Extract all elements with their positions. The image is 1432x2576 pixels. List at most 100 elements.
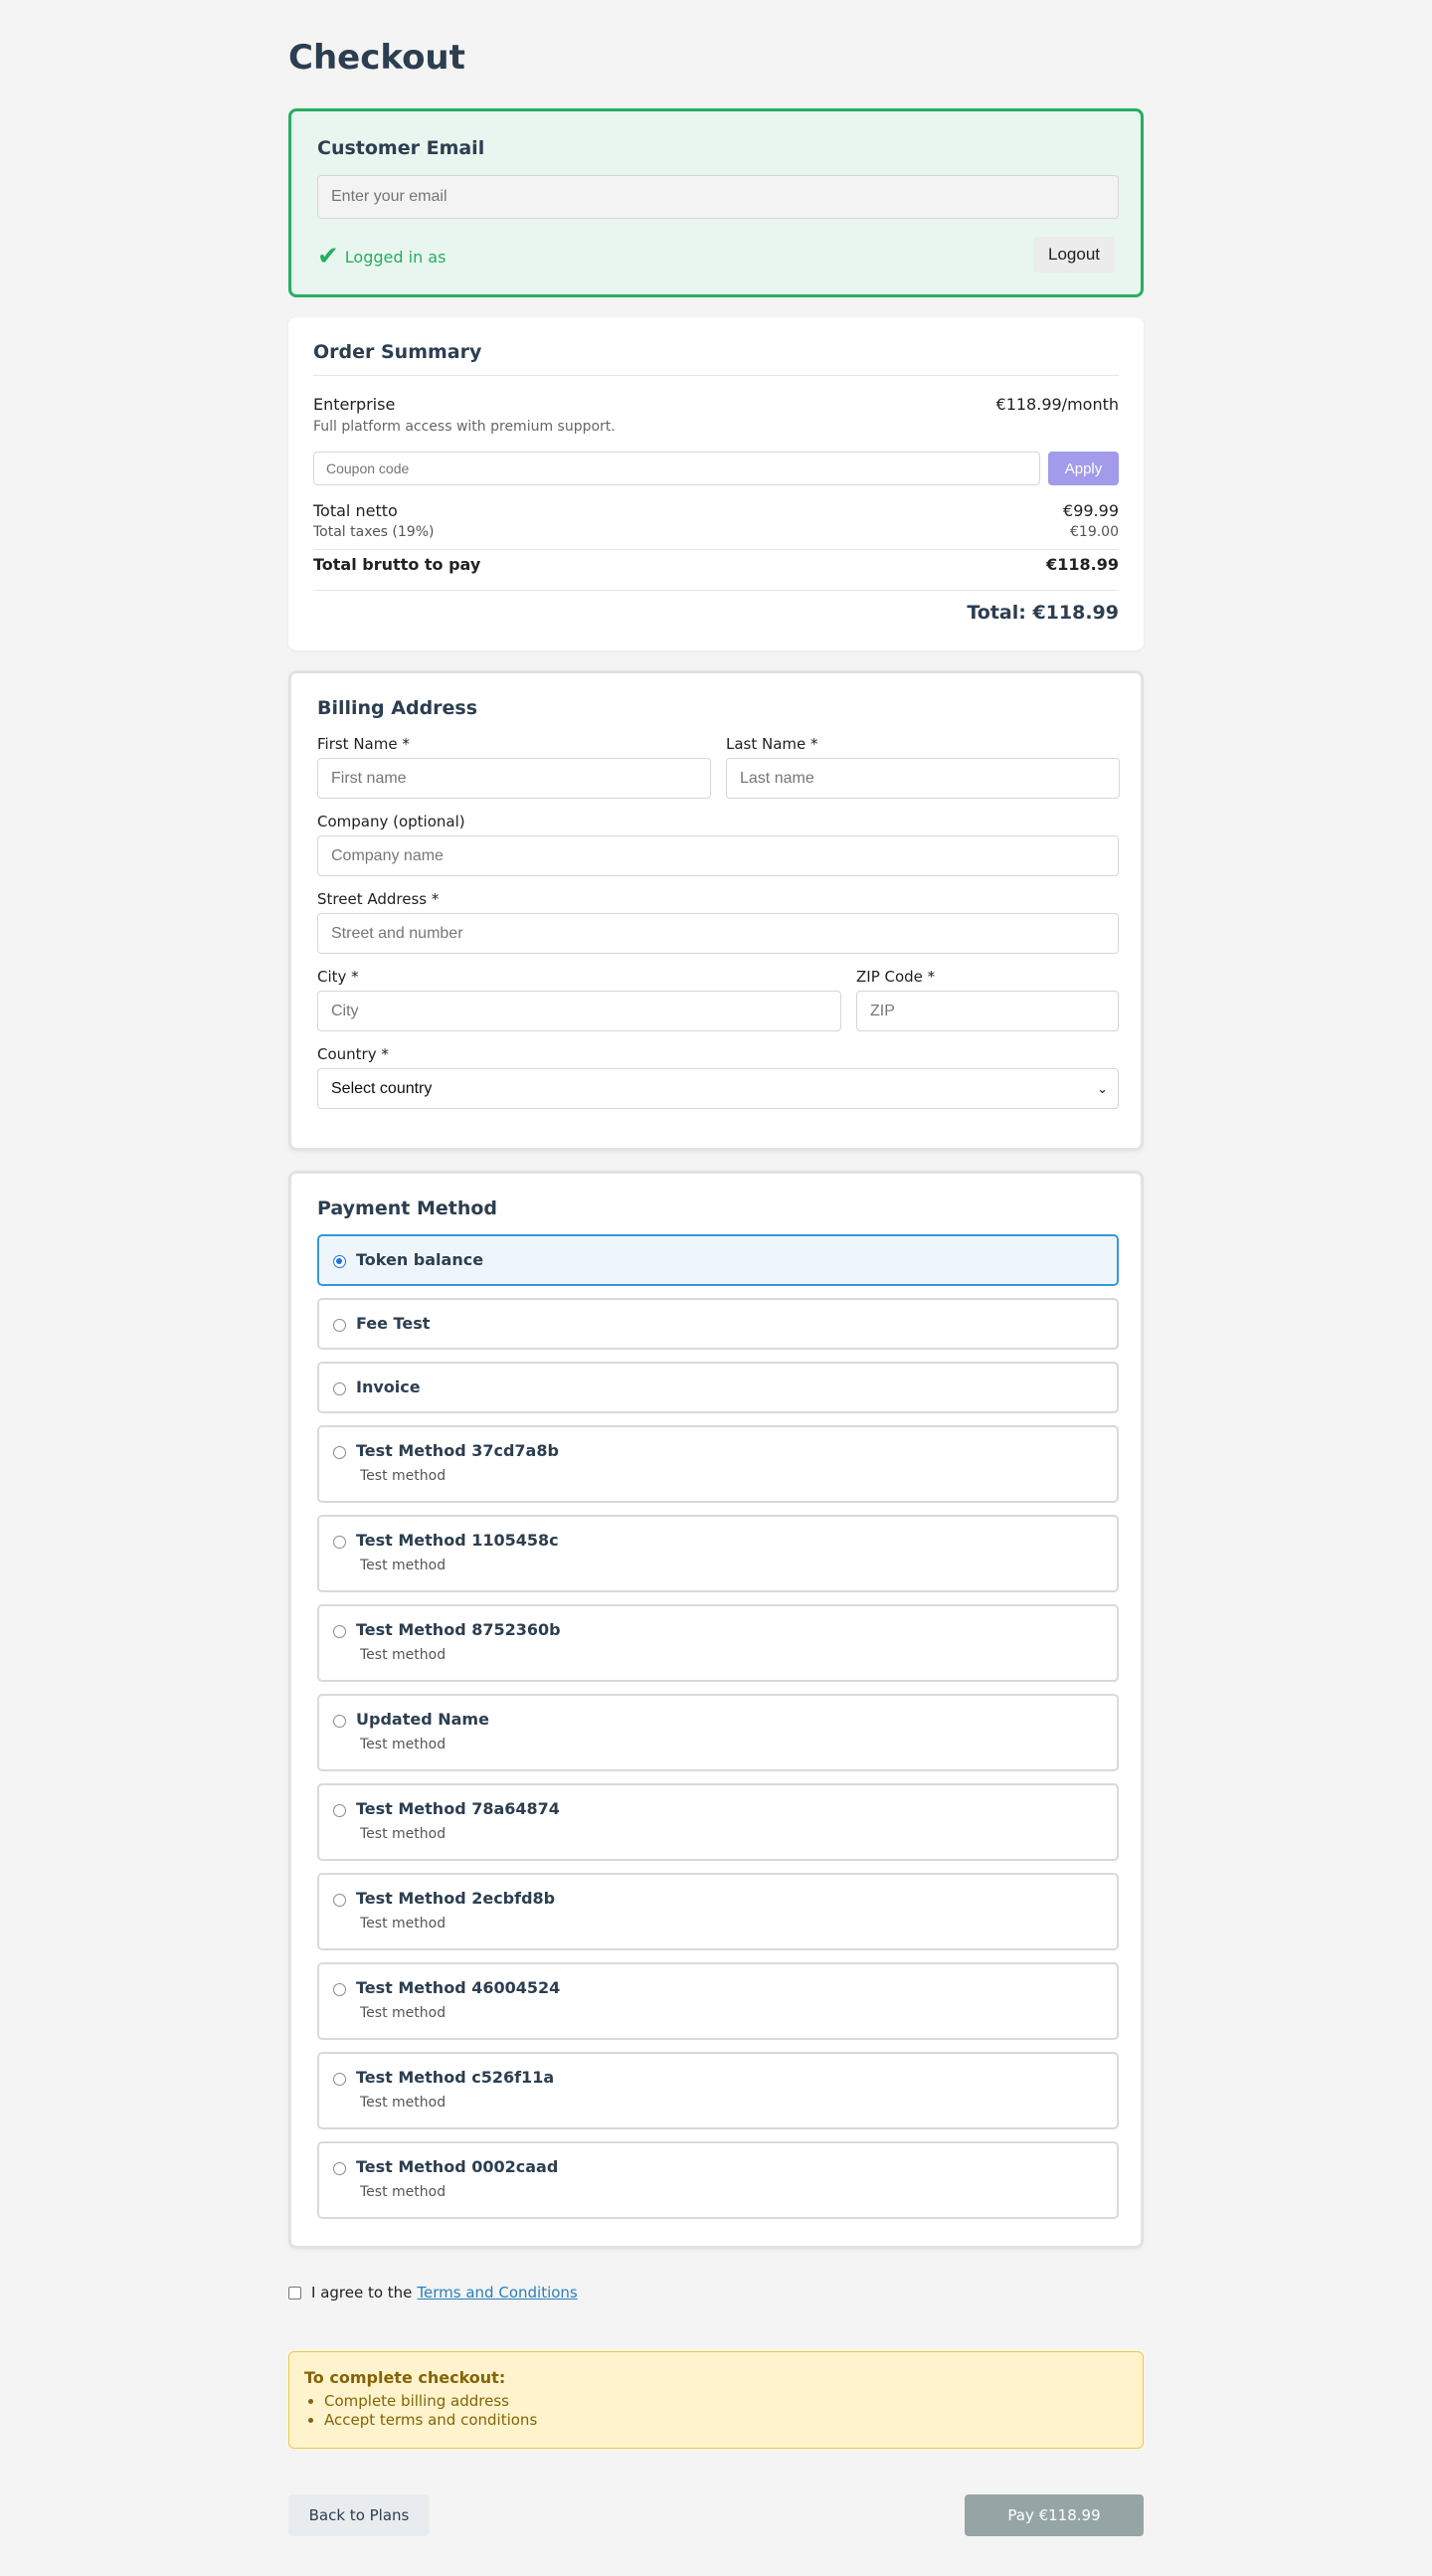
divider [313,549,1119,550]
last-name-label: Last Name * [726,735,818,753]
payment-option-description: Test method [360,1558,447,1573]
country-label: Country * [317,1045,389,1063]
terms-row: I agree to the Terms and Conditions [288,2284,578,2301]
last-name-input[interactable]: Last name [726,758,1120,799]
payment-option[interactable]: Updated Name Test method [317,1694,1119,1771]
payment-radio[interactable] [333,1319,346,1332]
payment-radio[interactable] [333,1255,346,1268]
payment-option-name: Test Method 78a64874 [356,1799,560,1818]
first-name-input[interactable]: First name [317,758,711,799]
checkout-warning: To complete checkout: Complete billing a… [288,2351,1144,2449]
payment-option-description: Test method [360,1647,447,1663]
divider [313,375,1119,376]
logout-button[interactable]: Logout [1033,237,1115,273]
netto-value: €99.99 [1063,501,1119,520]
payment-option-description: Test method [360,1737,447,1752]
country-select-value: Select country [331,1079,433,1097]
warning-list: Complete billing address Accept terms an… [324,2392,537,2430]
payment-option-name: Test Method 0002caad [356,2157,559,2176]
payment-radio[interactable] [333,1536,346,1549]
checkmark-icon: ✔ [317,242,339,272]
zip-label: ZIP Code * [856,968,936,986]
payment-radio[interactable] [333,1804,346,1817]
pay-button[interactable]: Pay €118.99 [965,2494,1144,2536]
payment-option-description: Test method [360,2005,447,2021]
taxes-row: Total taxes (19%) €19.00 [313,524,1119,540]
payment-option-name: Token balance [356,1250,484,1269]
apply-coupon-button[interactable]: Apply [1048,452,1119,485]
payment-option[interactable]: Test Method 0002caad Test method [317,2141,1119,2219]
brutto-label: Total brutto to pay [313,555,481,574]
netto-label: Total netto [313,501,398,520]
email-input[interactable]: Enter your email [317,175,1119,219]
payment-option-name: Invoice [356,1378,421,1396]
payment-option[interactable]: Test Method 8752360b Test method [317,1604,1119,1682]
divider [313,590,1119,591]
plan-price: €118.99/month [995,395,1119,414]
payment-option-description: Test method [360,2095,447,2111]
street-input[interactable]: Street and number [317,913,1119,954]
payment-option[interactable]: Token balance [317,1234,1119,1286]
chevron-down-icon: ⌄ [1097,1080,1108,1096]
payment-option[interactable]: Test Method 78a64874 Test method [317,1783,1119,1861]
payment-option[interactable]: Test Method 2ecbfd8b Test method [317,1873,1119,1950]
payment-radio[interactable] [333,1894,346,1907]
payment-radio[interactable] [333,2073,346,2086]
terms-link[interactable]: Terms and Conditions [417,2284,577,2301]
payment-option-name: Test Method c526f11a [356,2068,555,2087]
brutto-value: €118.99 [1046,555,1119,574]
zip-input[interactable]: ZIP [856,991,1119,1031]
payment-radio[interactable] [333,1983,346,1996]
brutto-row: Total brutto to pay €118.99 [313,555,1119,574]
taxes-label: Total taxes (19%) [313,524,435,540]
payment-option-name: Updated Name [356,1710,489,1729]
page-title: Checkout [288,38,465,78]
logged-in-text: Logged in as [344,247,447,267]
warning-item: Complete billing address [324,2392,537,2411]
terms-prefix: I agree to the [311,2284,413,2301]
billing-address-heading: Billing Address [317,697,478,719]
payment-option-name: Fee Test [356,1314,431,1333]
payment-method-heading: Payment Method [317,1197,498,1219]
payment-option[interactable]: Invoice [317,1362,1119,1413]
city-input[interactable]: City [317,991,841,1031]
payment-option[interactable]: Test Method 1105458c Test method [317,1515,1119,1592]
country-select[interactable]: Select country ⌄ [317,1068,1119,1109]
payment-option-name: Test Method 2ecbfd8b [356,1889,556,1908]
plan-description: Full platform access with premium suppor… [313,419,616,435]
street-label: Street Address * [317,890,440,908]
plan-row: Enterprise €118.99/month [313,395,1119,414]
coupon-input[interactable]: Coupon code [313,452,1040,485]
payment-radio[interactable] [333,1715,346,1728]
company-input[interactable]: Company name [317,835,1119,876]
payment-option-name: Test Method 1105458c [356,1531,559,1550]
order-summary-card: Order Summary Enterprise €118.99/month F… [288,317,1144,650]
payment-option[interactable]: Test Method 37cd7a8b Test method [317,1425,1119,1503]
first-name-label: First Name * [317,735,410,753]
plan-name: Enterprise [313,395,396,414]
payment-option[interactable]: Test Method c526f11a Test method [317,2052,1119,2129]
warning-title: To complete checkout: [304,2368,506,2387]
terms-checkbox[interactable] [288,2286,301,2300]
payment-option-description: Test method [360,1916,447,1932]
payment-method-card: Payment Method Token balance Fee Test Invo… [288,1171,1144,2249]
back-to-plans-button[interactable]: Back to Plans [288,2494,430,2536]
payment-option-description: Test method [360,1826,447,1842]
customer-email-card: Customer Email Enter your email ✔ Logged… [288,108,1144,297]
billing-address-card: Billing Address First Name * First name … [288,670,1144,1151]
payment-option[interactable]: Fee Test [317,1298,1119,1350]
order-summary-heading: Order Summary [313,341,482,363]
total-amount: Total: €118.99 [967,602,1119,624]
netto-row: Total netto €99.99 [313,501,1119,520]
payment-option[interactable]: Test Method 46004524 Test method [317,1962,1119,2040]
logged-in-status: ✔ Logged in as [317,244,446,270]
payment-radio[interactable] [333,1382,346,1395]
company-label: Company (optional) [317,813,465,830]
payment-radio[interactable] [333,2162,346,2175]
payment-radio[interactable] [333,1625,346,1638]
payment-radio[interactable] [333,1446,346,1459]
payment-option-description: Test method [360,1468,447,1484]
payment-option-description: Test method [360,2184,447,2200]
customer-email-heading: Customer Email [317,137,485,159]
city-label: City * [317,968,359,986]
